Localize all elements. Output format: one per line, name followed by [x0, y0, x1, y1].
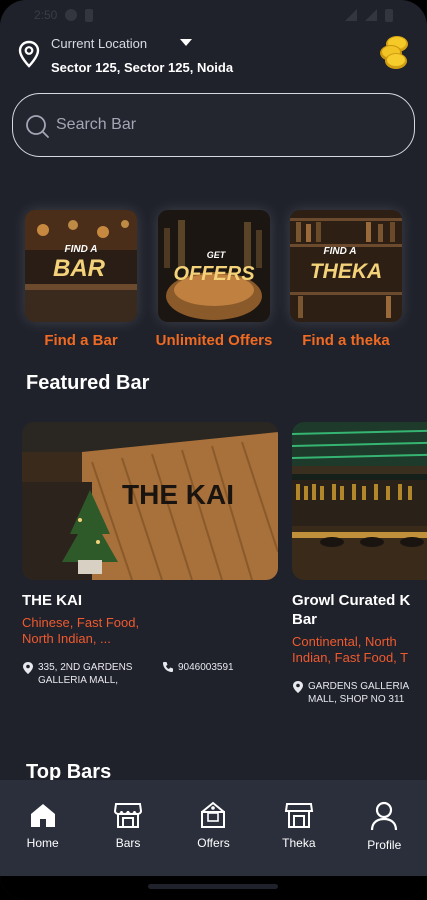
offers-image: GET OFFERS [158, 210, 270, 322]
find-theka-image: FIND A THEKA [290, 210, 402, 322]
coins-icon[interactable] [379, 34, 411, 70]
bar-sign: THE KAI [122, 479, 234, 510]
category-find-theka[interactable]: FIND A THEKA Find a theka [282, 210, 410, 349]
bar-meta-row: 335, 2ND GARDENS GALLERIA MALL, 90460035… [22, 661, 278, 687]
nav-home[interactable]: Home [3, 800, 83, 850]
featured-bar-heading: Featured Bar [26, 372, 150, 394]
nav-label: Offers [197, 836, 230, 850]
home-icon [30, 804, 55, 827]
bar-image[interactable] [292, 422, 427, 580]
status-right [345, 8, 393, 22]
the-kai-image: THE KAI [22, 422, 278, 580]
tile-text: FIND A [65, 244, 98, 255]
nav-label: Bars [115, 836, 141, 850]
location-pin-icon [18, 40, 40, 68]
find-bar-tile[interactable]: FIND A BAR [25, 210, 137, 322]
chevron-down-icon[interactable] [180, 39, 192, 46]
nav-label: Profile [367, 838, 402, 852]
tile-text: THEKA [310, 260, 382, 283]
bar-name: Growl Curated K Bar [292, 592, 411, 628]
location-pin-icon [293, 681, 303, 693]
category-label: Unlimited Offers [155, 332, 273, 349]
notification-icon [65, 9, 78, 21]
theka-shop-icon [284, 803, 314, 828]
phone-icon [163, 662, 173, 672]
nav-theka[interactable]: Theka [259, 800, 339, 850]
location-value: Sector 125, Sector 125, Noida [51, 60, 234, 75]
featured-bar-card[interactable]: THE KAI THE KAI Chinese, Fast Food, Nort… [22, 422, 278, 687]
category-offers[interactable]: GET OFFERS Unlimited Offers [150, 210, 278, 349]
nav-bars[interactable]: Bars [88, 800, 168, 850]
offers-shop-icon [201, 801, 226, 828]
sim-icon [85, 8, 94, 22]
location-pin-icon [23, 662, 33, 674]
find-bar-image: FIND A BAR [25, 210, 137, 322]
wifi-icon [345, 9, 357, 21]
bar-address-text: GARDENS GALLERIA MALL, SHOP NO 311 [308, 681, 409, 705]
bar-address-text: 335, 2ND GARDENS GALLERIA MALL, [38, 662, 133, 686]
status-left: 2:50 [34, 8, 94, 22]
bar-meta-row: GARDENS GALLERIA MALL, SHOP NO 311 [292, 680, 427, 706]
nav-label: Home [26, 836, 59, 850]
profile-icon [371, 801, 398, 831]
bar-image[interactable]: THE KAI [22, 422, 278, 580]
bottom-nav: Home Bars Offers Theka Profile [0, 780, 427, 876]
battery-icon [385, 8, 393, 22]
signal-icon [365, 9, 377, 21]
tile-text: OFFERS [173, 263, 255, 285]
category-label: Find a theka [302, 332, 390, 349]
location-label: Current Location [51, 36, 148, 51]
nav-offers[interactable]: Offers [173, 800, 253, 850]
bar-name: THE KAI [22, 592, 82, 609]
search-icon [26, 115, 49, 138]
offers-tile[interactable]: GET OFFERS [158, 210, 270, 322]
search-bar[interactable] [12, 93, 415, 157]
find-theka-tile[interactable]: FIND A THEKA [290, 210, 402, 322]
app-screen: 2:50 Current Location Sector 125, Sector… [0, 0, 427, 900]
category-find-bar[interactable]: FIND A BAR Find a Bar [17, 210, 145, 349]
bar-address: 335, 2ND GARDENS GALLERIA MALL, [22, 661, 142, 687]
tile-text: BAR [53, 255, 106, 282]
bar-phone[interactable]: 9046003591 [162, 661, 234, 687]
bar-shop-icon [114, 803, 143, 828]
bar-cuisine: Chinese, Fast Food, North Indian, ... [22, 615, 140, 646]
home-indicator[interactable] [148, 884, 278, 889]
location-selector[interactable]: Current Location Sector 125, Sector 125,… [15, 34, 415, 80]
status-bar: 2:50 [0, 0, 427, 30]
bar-cuisine: Continental, North Indian, Fast Food, T [292, 634, 409, 665]
search-input[interactable] [56, 108, 386, 142]
status-time: 2:50 [34, 8, 58, 22]
featured-bar-card[interactable]: Growl Curated K Bar Continental, North I… [292, 422, 427, 706]
nav-label: Theka [282, 836, 316, 850]
nav-profile[interactable]: Profile [344, 800, 424, 852]
tile-text: FIND A [324, 246, 357, 257]
category-label: Find a Bar [44, 332, 118, 349]
tile-text: GET [207, 250, 227, 260]
bar-address: GARDENS GALLERIA MALL, SHOP NO 311 [292, 680, 427, 706]
growl-image [292, 422, 427, 580]
bar-phone-text: 9046003591 [178, 662, 234, 673]
